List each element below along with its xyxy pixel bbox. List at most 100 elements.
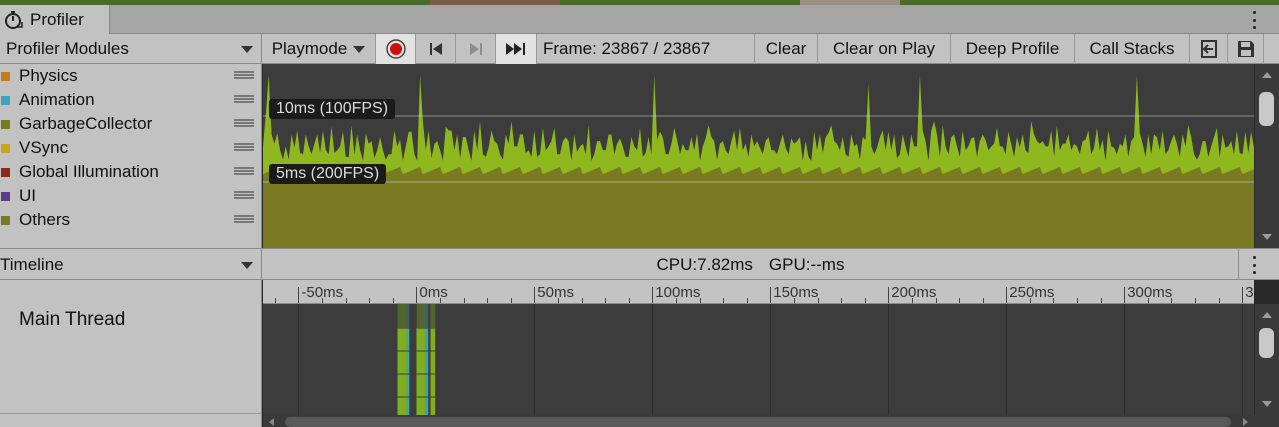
record-icon — [385, 39, 406, 59]
last-frame-button[interactable] — [496, 34, 537, 64]
module-color-swatch[interactable] — [1, 167, 10, 177]
chart-vertical-scrollbar[interactable] — [1254, 64, 1279, 248]
first-frame-button[interactable] — [416, 34, 456, 64]
module-color-swatch[interactable] — [1, 71, 10, 81]
ruler-label: 200ms — [891, 284, 937, 301]
frame-timing-summary: CPU:7.82ms GPU:--ms — [263, 249, 1238, 280]
scroll-right-icon[interactable] — [1243, 418, 1248, 426]
profiler-modules-label: Profiler Modules — [6, 39, 129, 58]
ruler-label: -50ms — [301, 284, 344, 301]
stopwatch-icon — [5, 11, 23, 29]
module-row[interactable]: Physics — [0, 64, 262, 88]
module-row[interactable]: Others — [0, 208, 262, 232]
ruler-tick — [274, 298, 276, 303]
record-button[interactable] — [376, 34, 416, 64]
scrollbar-thumb[interactable] — [1259, 328, 1274, 358]
ruler-tick — [628, 298, 630, 303]
next-frame-button[interactable] — [456, 34, 496, 64]
first-frame-icon — [429, 43, 442, 55]
module-label: UI — [19, 186, 36, 205]
main-thread-label[interactable]: Main Thread — [19, 309, 125, 331]
window-menu-kebab-icon[interactable] — [1250, 11, 1258, 29]
scroll-up-icon[interactable] — [1262, 72, 1272, 78]
deep-profile-button[interactable]: Deep Profile — [951, 34, 1075, 64]
ruler-tick — [463, 298, 465, 303]
timeline-horizontal-scrollbar[interactable] — [263, 415, 1254, 427]
profiler-toolbar: Profiler Modules Playmode Frame: 23867 /… — [0, 34, 1279, 64]
call-stacks-label: Call Stacks — [1089, 39, 1175, 58]
ruler-tick — [746, 298, 748, 303]
scroll-up-icon[interactable] — [1262, 312, 1272, 318]
save-icon — [1237, 41, 1254, 57]
deep-profile-label: Deep Profile — [965, 39, 1060, 58]
ruler-tick — [1077, 298, 1078, 303]
ruler-tick — [959, 298, 961, 303]
drag-handle-icon[interactable] — [234, 95, 254, 103]
ruler-tick — [392, 298, 394, 303]
module-row[interactable]: VSync — [0, 136, 262, 160]
clear-on-play-button[interactable]: Clear on Play — [818, 34, 951, 64]
module-row[interactable]: UI — [0, 184, 262, 208]
module-color-swatch[interactable] — [1, 119, 10, 129]
drag-handle-icon[interactable] — [234, 119, 254, 127]
module-row[interactable]: Global Illumination — [0, 160, 262, 184]
target-label: Playmode — [271, 39, 348, 58]
drag-handle-icon[interactable] — [234, 167, 254, 175]
ruler-tick — [298, 287, 300, 303]
module-menu-kebab-icon[interactable] — [1250, 256, 1258, 274]
scroll-left-icon[interactable] — [269, 418, 274, 426]
timeline-header-bar: Timeline CPU:7.82ms GPU:--ms — [0, 248, 1279, 280]
load-icon — [1200, 40, 1217, 58]
main-thread-timeline[interactable] — [263, 304, 1254, 415]
ruler-tick — [1006, 287, 1008, 303]
ruler-tick — [841, 298, 843, 303]
ruler-label: 150ms — [773, 284, 819, 301]
thread-list: Main Thread — [0, 280, 262, 427]
drag-handle-icon[interactable] — [234, 71, 254, 79]
timeline-sample-bar — [397, 328, 407, 415]
timeline-sample-bar-top — [425, 304, 429, 328]
frame-counter: Frame: 23867 / 23867 — [537, 34, 755, 64]
drag-handle-icon[interactable] — [234, 143, 254, 151]
profiler-tab[interactable]: Profiler — [0, 5, 110, 35]
save-button[interactable] — [1228, 34, 1264, 64]
module-color-swatch[interactable] — [1, 143, 10, 153]
module-color-swatch[interactable] — [1, 215, 10, 225]
drag-handle-icon[interactable] — [234, 191, 254, 199]
ruler-label: 250ms — [1009, 284, 1055, 301]
view-mode-dropdown[interactable]: Timeline — [0, 249, 262, 280]
ruler-tick — [1124, 287, 1126, 303]
cpu-usage-chart[interactable]: 10ms (100FPS) 5ms (200FPS) — [263, 64, 1254, 248]
module-label: GarbageCollector — [19, 114, 153, 133]
timeline-ruler[interactable]: -50ms 0ms 50ms 100ms 150ms 200ms 250ms 300ms 35 — [263, 280, 1254, 304]
timeline-sample-bar — [406, 328, 410, 415]
module-row[interactable]: Animation — [0, 88, 262, 112]
timeline-vertical-scrollbar[interactable] — [1254, 304, 1279, 415]
ruler-label: 100ms — [655, 284, 701, 301]
scroll-down-icon[interactable] — [1262, 234, 1272, 240]
ruler-tick — [770, 287, 772, 303]
module-color-swatch[interactable] — [1, 191, 10, 201]
target-dropdown[interactable]: Playmode — [262, 34, 376, 64]
timeline-sample-bar-top — [430, 304, 436, 328]
scroll-down-icon[interactable] — [1262, 401, 1272, 407]
line-10ms-label: 10ms (100FPS) — [269, 99, 396, 119]
module-color-swatch[interactable] — [1, 95, 10, 105]
timeline-sample-bar — [430, 328, 436, 415]
load-button[interactable] — [1190, 34, 1228, 64]
drag-handle-icon[interactable] — [234, 215, 254, 223]
timeline-sample-bar — [425, 328, 429, 415]
frame-time-series-base — [263, 167, 1254, 248]
module-row[interactable]: GarbageCollector — [0, 112, 262, 136]
chevron-down-icon — [241, 262, 253, 269]
scrollbar-thumb[interactable] — [1259, 92, 1274, 126]
call-stacks-button[interactable]: Call Stacks — [1075, 34, 1190, 64]
scrollbar-corner — [1254, 415, 1279, 427]
ruler-tick — [581, 298, 583, 303]
clear-button[interactable]: Clear — [755, 34, 818, 64]
scrollbar-thumb[interactable] — [285, 417, 1231, 427]
clear-on-play-label: Clear on Play — [832, 39, 936, 58]
timeline-sample-bar-top — [406, 304, 410, 328]
profiler-modules-dropdown[interactable]: Profiler Modules — [0, 34, 262, 64]
module-label: Animation — [19, 90, 95, 109]
